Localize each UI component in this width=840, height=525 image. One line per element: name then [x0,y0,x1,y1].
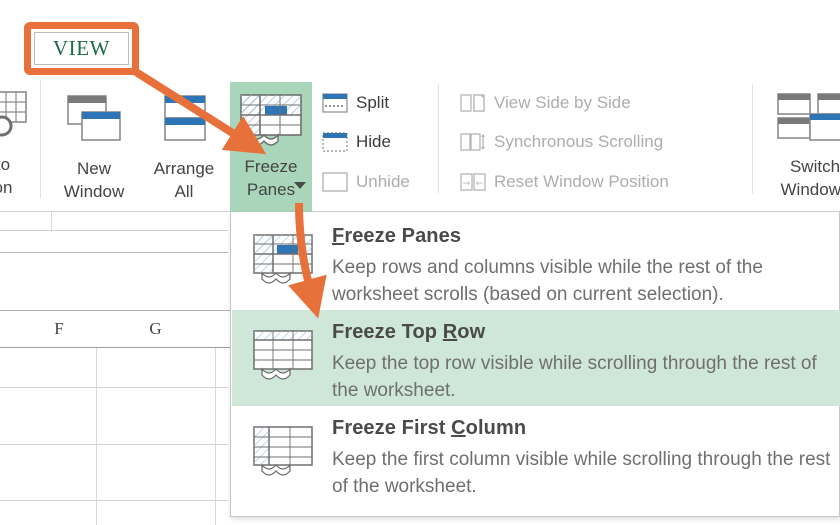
ribbon-button-arrange-all[interactable]: Arrange All [143,90,225,203]
ribbon-button-switch-windows[interactable]: Switch Windows [760,88,840,201]
column-header-G[interactable]: G [96,310,215,348]
ribbon-command-hide[interactable]: Hide [322,132,391,152]
ribbon-command-label: Unhide [356,172,410,191]
ribbon-button-new-window[interactable]: New Window [50,90,138,203]
freeze-panes-menu-icon [253,234,313,284]
menu-item-freeze-top-row[interactable]: Freeze Top Row Keep the top row visible … [232,310,840,406]
menu-item-description: Keep the first column visible while scro… [332,449,831,497]
hide-window-icon [322,132,348,152]
switch-windows-icon [777,93,840,141]
ribbon-group-divider [438,84,439,194]
column-header-F[interactable]: F [22,310,96,348]
menu-item-freeze-panes[interactable]: Freeze Panes Keep rows and columns visib… [232,214,840,310]
menu-item-title: Freeze Top Row [332,321,486,343]
excel-view-ribbon-screenshot: F G to on [0,0,840,525]
freeze-panes-icon [240,94,302,146]
ribbon-command-view-side-by-side[interactable]: View Side by Side [460,93,631,113]
split-window-icon [322,93,348,113]
ribbon-button-freeze-panes[interactable]: Freeze Panes [230,82,312,212]
freeze-panes-dropdown-menu: Freeze Panes Keep rows and columns visib… [230,212,840,517]
sync-scroll-icon [460,133,485,151]
new-window-icon [67,95,121,141]
arrange-all-icon [164,95,206,141]
svg-text:←: ← [476,179,484,189]
magnifier-icon [0,91,27,137]
svg-text:→: → [463,179,471,189]
ribbon-command-reset-window-position[interactable]: → ← Reset Window Position [460,172,669,192]
ribbon-button-label: New Window [63,159,125,201]
ribbon-command-synchronous-scrolling[interactable]: Synchronous Scrolling [460,132,663,152]
side-by-side-icon [460,94,485,112]
menu-item-description: Keep rows and columns visible while the … [332,257,763,305]
ribbon-command-split[interactable]: Split [322,93,389,113]
unhide-window-icon [322,172,348,192]
ribbon-command-label: Reset Window Position [494,172,669,191]
ribbon-command-label: Synchronous Scrolling [494,132,664,151]
ribbon-command-label: Split [356,93,390,112]
view-tab-callout: VIEW [24,22,139,75]
view-tab-label: VIEW [52,36,111,60]
ribbon-button-label: to on [0,155,13,197]
ribbon-command-unhide[interactable]: Unhide [322,172,410,192]
freeze-first-column-menu-icon [253,426,313,476]
reset-window-icon: → ← [460,173,486,191]
freeze-top-row-menu-icon [253,330,313,380]
ribbon-command-label: View Side by Side [494,93,631,112]
ribbon-button-label: Freeze Panes [244,157,298,199]
ribbon-button-label: Arrange All [153,159,215,201]
menu-item-description: Keep the top row visible while scrolling… [332,353,817,401]
menu-item-title: Freeze First Column [332,417,527,439]
chevron-down-icon[interactable] [294,182,306,190]
menu-item-freeze-first-column[interactable]: Freeze First Column Keep the first colum… [232,406,840,502]
ribbon-group-divider [40,80,41,198]
ribbon-button-zoom-to-selection[interactable]: to on [0,90,40,199]
ribbon-command-label: Hide [356,132,391,151]
menu-item-title: Freeze Panes [332,225,462,247]
ribbon-group-divider [752,84,753,194]
ribbon-button-label: Switch Windows [780,157,840,199]
